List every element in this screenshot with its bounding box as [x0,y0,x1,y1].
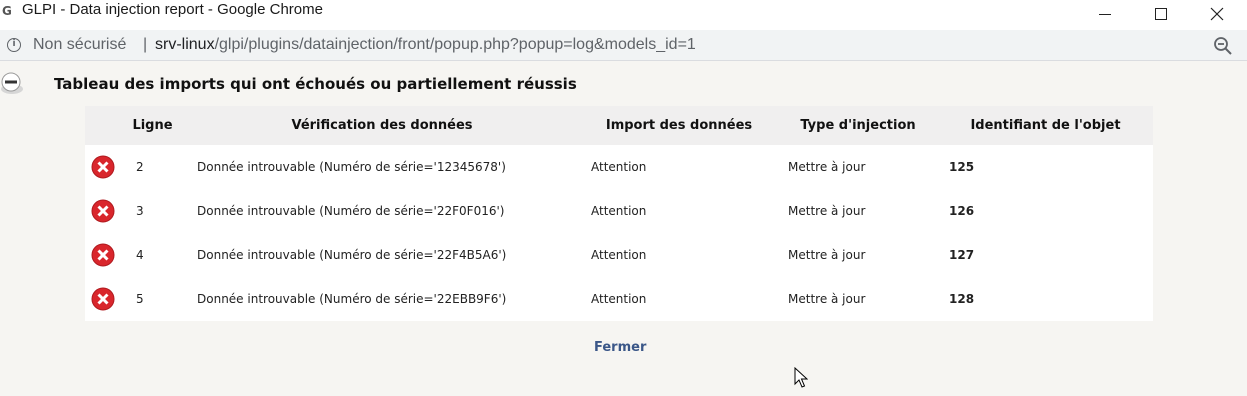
close-icon [1210,7,1224,21]
mouse-cursor-icon [794,367,808,388]
header-icon [85,106,121,145]
page-content: Tableau des imports qui ont échoués ou p… [0,61,1247,396]
header-type: Type d'injection [778,106,938,145]
row-import: Attention [591,160,647,174]
header-id: Identifiant de l'objet [938,106,1153,145]
address-separator: | [143,36,148,53]
row-verification: Donnée introuvable (Numéro de série='123… [197,160,506,174]
minimize-icon [1099,13,1111,15]
table-row: 5 Donnée introuvable (Numéro de série='2… [85,277,1153,321]
row-line: 2 [136,160,144,174]
maximize-icon [1155,8,1167,20]
close-link[interactable]: Fermer [594,340,646,355]
row-type: Mettre à jour [788,204,866,218]
window-titlebar: G GLPI - Data injection report - Google … [0,0,1247,30]
url-path: /glpi/plugins/datainjection/front/popup.… [214,36,696,53]
row-import: Attention [591,248,647,262]
error-icon [91,287,115,311]
url-host: srv-linux [155,36,215,53]
row-verification: Donnée introuvable (Numéro de série='22F… [197,204,505,218]
row-import: Attention [591,292,647,306]
row-type: Mettre à jour [788,292,866,306]
address-bar[interactable]: i Non sécurisé | srv-linux/glpi/plugins/… [0,30,1247,61]
close-window-button[interactable] [1189,0,1245,28]
url-text[interactable]: srv-linux/glpi/plugins/datainjection/fro… [155,36,696,54]
header-line: Ligne [121,106,184,145]
row-object-id-link[interactable]: 125 [938,145,1153,189]
glpi-app-icon: G [2,4,12,18]
collapse-icon[interactable] [0,69,24,95]
maximize-button[interactable] [1133,0,1189,28]
table-row: 4 Donnée introuvable (Numéro de série='2… [85,233,1153,277]
page-title: Tableau des imports qui ont échoués ou p… [54,75,577,93]
import-report-table: Ligne Vérification des données Import de… [85,106,1153,321]
info-icon[interactable]: i [7,38,21,52]
error-icon [91,199,115,223]
row-type: Mettre à jour [788,248,866,262]
row-import: Attention [591,204,647,218]
row-type: Mettre à jour [788,160,866,174]
table-header-row: Ligne Vérification des données Import de… [85,106,1153,145]
row-object-id-link[interactable]: 127 [938,233,1153,277]
header-import: Import des données [580,106,778,145]
row-line: 4 [136,248,144,262]
security-label[interactable]: Non sécurisé [33,36,126,54]
row-line: 5 [136,292,144,306]
row-line: 3 [136,204,144,218]
row-object-id-link[interactable]: 126 [938,189,1153,233]
table-row: 2 Donnée introuvable (Numéro de série='1… [85,145,1153,189]
error-icon [91,155,115,179]
row-verification: Donnée introuvable (Numéro de série='22E… [197,292,507,306]
header-verification: Vérification des données [184,106,580,145]
row-object-id-link[interactable]: 128 [938,277,1153,321]
error-icon [91,243,115,267]
table-row: 3 Donnée introuvable (Numéro de série='2… [85,189,1153,233]
window-title: GLPI - Data injection report - Google Ch… [22,1,323,18]
minimize-button[interactable] [1077,0,1133,28]
row-verification: Donnée introuvable (Numéro de série='22F… [197,248,507,262]
zoom-icon[interactable] [1213,36,1233,56]
